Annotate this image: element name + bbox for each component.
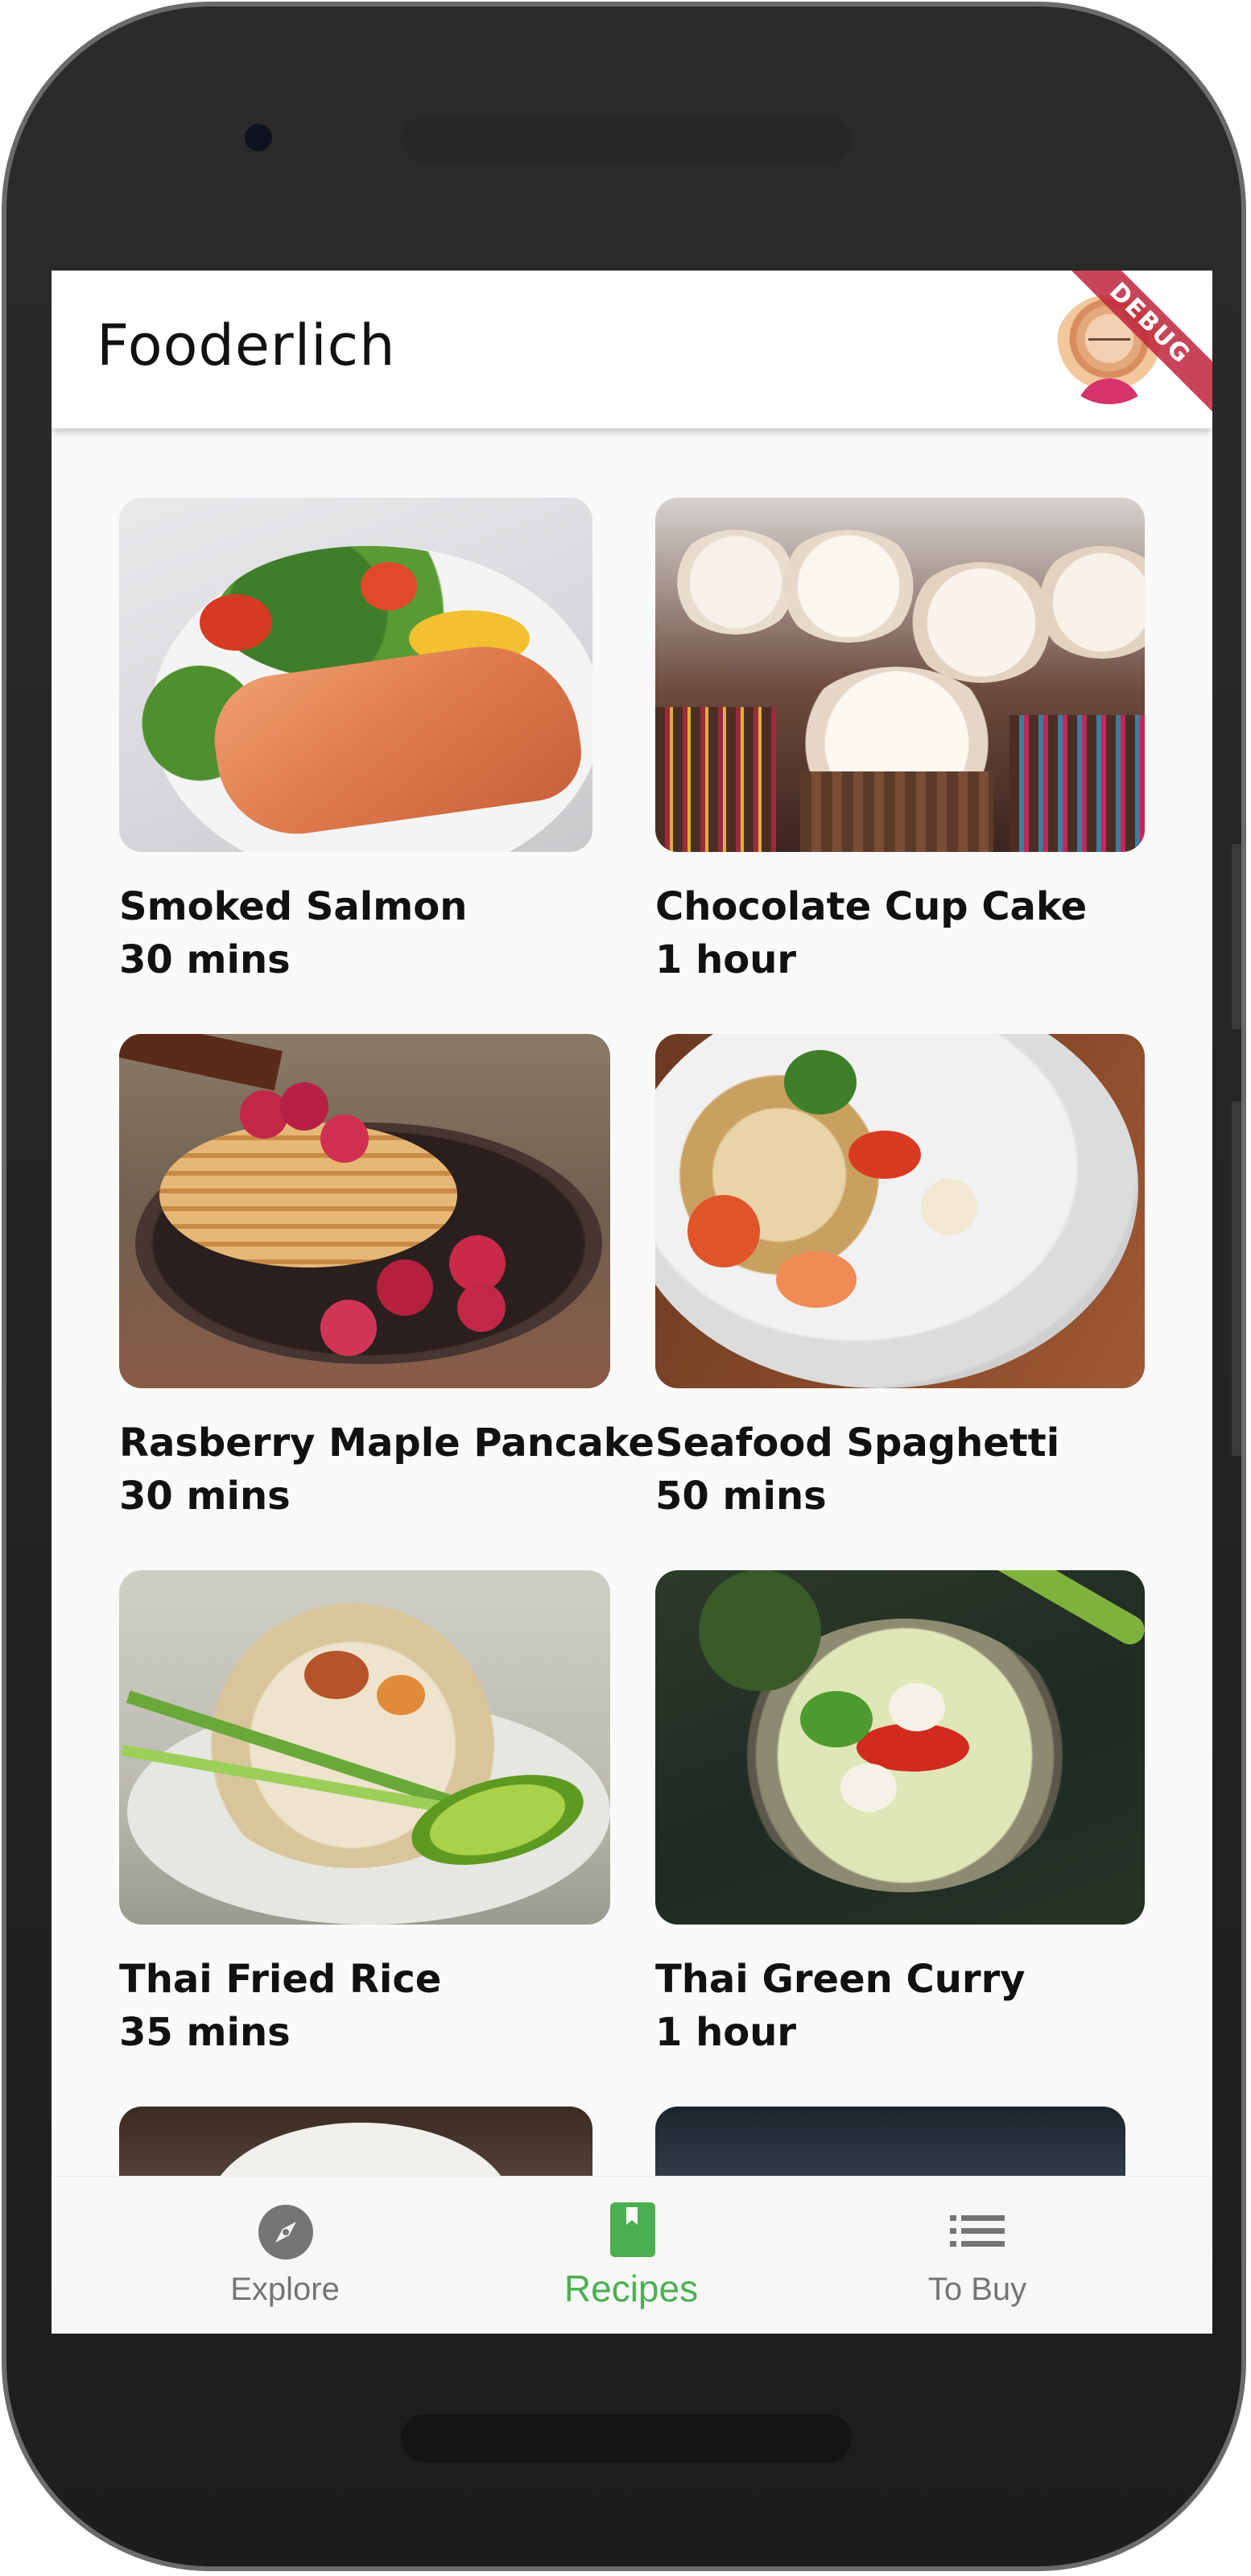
power-button <box>1232 1102 1241 1456</box>
recipe-card-thai-fried-rice[interactable]: Thai Fried Rice 35 mins <box>119 1570 610 2086</box>
recipe-photo-chocolate-cup-cake <box>655 498 1145 852</box>
app-title: Fooderlich <box>97 312 396 378</box>
recipe-card-seafood-spaghetti[interactable]: Seafood Spaghetti 50 mins <box>655 1034 1145 1549</box>
app-screen: Fooderlich DEBUG Smoked Salmon 30 mins C… <box>52 271 1212 2334</box>
app-bar: Fooderlich DEBUG <box>52 271 1212 428</box>
nav-item-to-buy[interactable]: To Buy <box>857 2177 1098 2334</box>
avatar-shirt <box>1077 378 1142 404</box>
volume-button <box>1232 844 1241 1029</box>
list-icon <box>950 2215 1005 2247</box>
recipe-name: Rasberry Maple Pancake <box>119 1420 654 1466</box>
recipe-photo-thai-green-curry <box>655 1570 1145 1925</box>
recipe-grid[interactable]: Smoked Salmon 30 mins Chocolate Cup Cake… <box>52 428 1212 2203</box>
recipe-card-smoked-salmon[interactable]: Smoked Salmon 30 mins <box>119 498 592 1013</box>
recipe-name: Chocolate Cup Cake <box>655 884 1088 929</box>
earpiece-speaker <box>401 116 852 163</box>
recipe-time: 50 mins <box>655 1474 827 1519</box>
recipe-card-partial[interactable] <box>119 2107 592 2203</box>
recipe-photo-thai-fried-rice <box>119 1570 610 1925</box>
nav-label-to-buy: To Buy <box>927 2272 1027 2307</box>
recipe-card-partial[interactable] <box>655 2107 1125 2203</box>
front-camera <box>245 124 272 151</box>
recipe-card-rasberry-maple-pancake[interactable]: Rasberry Maple Pancake 30 mins <box>119 1034 654 1549</box>
compass-icon <box>258 2205 313 2260</box>
nav-item-recipes[interactable]: Recipes <box>510 2177 752 2334</box>
recipe-photo-seafood-spaghetti <box>655 1034 1145 1388</box>
recipe-time: 35 mins <box>119 2010 291 2055</box>
bottom-speaker <box>401 2414 852 2462</box>
recipe-name: Seafood Spaghetti <box>655 1420 1060 1466</box>
avatar-glasses <box>1088 338 1130 349</box>
recipe-time: 1 hour <box>655 2010 797 2055</box>
recipe-time: 30 mins <box>119 937 291 982</box>
nav-label-explore: Explore <box>230 2272 340 2307</box>
recipe-name: Smoked Salmon <box>119 884 468 929</box>
recipe-time: 30 mins <box>119 1474 291 1519</box>
recipe-name: Thai Fried Rice <box>119 1957 442 2002</box>
recipe-photo-smoked-salmon <box>119 498 592 852</box>
phone-frame: Fooderlich DEBUG Smoked Salmon 30 mins C… <box>2 2 1246 2571</box>
recipe-card-chocolate-cup-cake[interactable]: Chocolate Cup Cake 1 hour <box>655 498 1145 1013</box>
book-icon <box>610 2202 655 2257</box>
recipe-card-thai-green-curry[interactable]: Thai Green Curry 1 hour <box>655 1570 1145 2086</box>
recipe-name: Thai Green Curry <box>655 1957 1026 2002</box>
recipe-photo-rasberry-maple-pancake <box>119 1034 610 1388</box>
nav-item-explore[interactable]: Explore <box>164 2177 406 2334</box>
recipe-time: 1 hour <box>655 937 797 982</box>
bottom-navigation-bar: Explore Recipes To Buy <box>52 2176 1212 2334</box>
nav-label-recipes: Recipes <box>564 2268 699 2309</box>
